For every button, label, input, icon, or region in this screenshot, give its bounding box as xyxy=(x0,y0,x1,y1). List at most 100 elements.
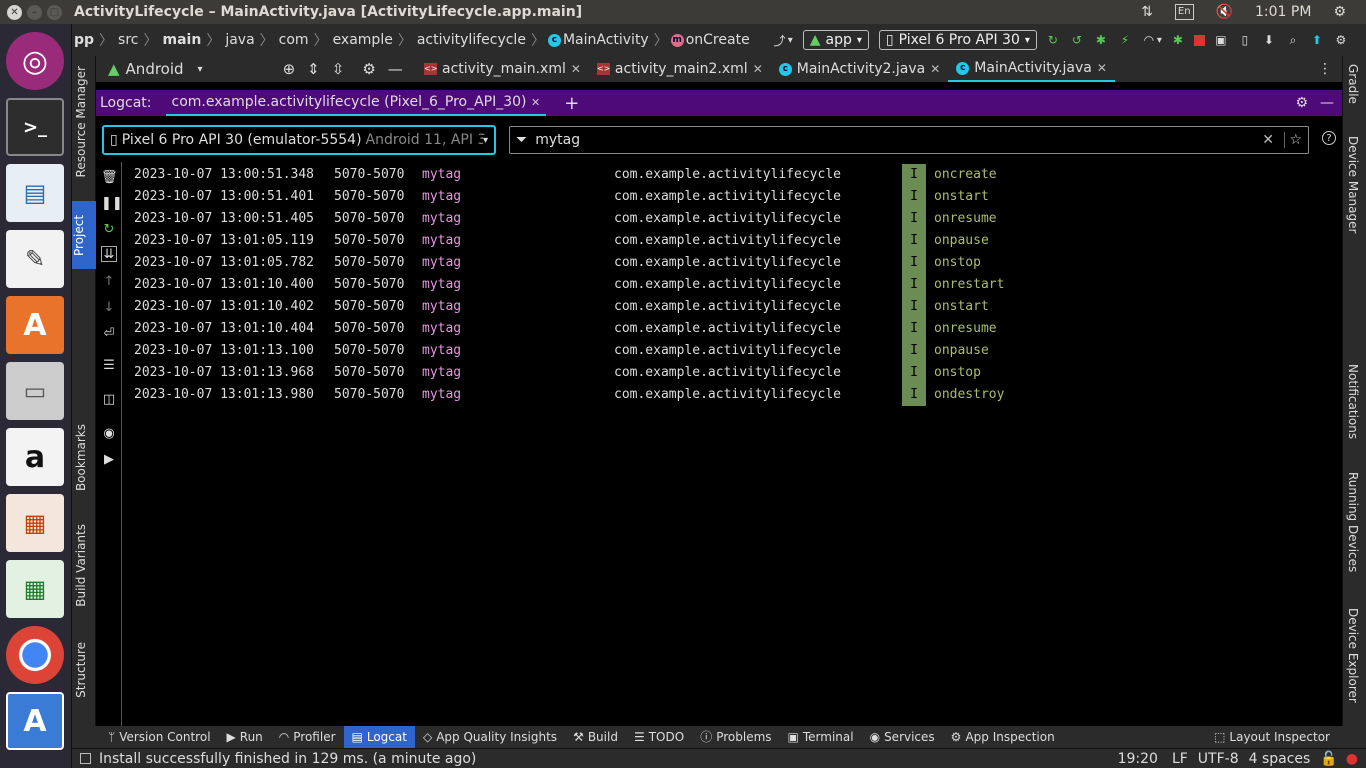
running-devices-icon[interactable]: ▯ xyxy=(1237,32,1253,48)
search-icon[interactable]: ⌕ xyxy=(1285,32,1301,48)
help-icon[interactable]: ? xyxy=(1322,131,1336,145)
line-separator[interactable]: LF xyxy=(1172,751,1188,767)
bookmarks-tab[interactable]: Bookmarks xyxy=(74,424,88,491)
build-variants-tab[interactable]: Build Variants xyxy=(74,524,88,607)
gear-icon[interactable]: ⚙ xyxy=(1295,95,1308,111)
notifications-tab[interactable]: Notifications xyxy=(1346,364,1360,439)
volume-muted-icon[interactable]: 🔇 xyxy=(1216,4,1233,20)
pause-icon[interactable]: ❚❚ xyxy=(101,196,123,212)
breadcrumb-module[interactable]: pp xyxy=(72,32,96,48)
resource-manager-tab[interactable]: Resource Manager xyxy=(74,66,88,177)
log-row[interactable]: 2023-10-07 13:01:13.980 5070-5070 mytag com… xyxy=(123,384,1123,406)
tool-build[interactable]: ⚒ Build xyxy=(565,726,626,748)
text-editor-icon[interactable]: ✎ xyxy=(6,230,64,288)
log-row[interactable]: 2023-10-07 13:01:10.402 5070-5070 mytag com… xyxy=(123,296,1123,318)
network-sort-icon[interactable]: ⇅ xyxy=(1141,4,1153,20)
chevron-down-icon[interactable]: ▾ xyxy=(198,64,203,75)
hide-icon[interactable]: — xyxy=(388,60,403,78)
more-tabs-icon[interactable]: ⋮ xyxy=(1318,61,1332,77)
device-process-selector[interactable]: ▯ Pixel 6 Pro API 30 (emulator-5554) And… xyxy=(102,125,496,155)
log-row[interactable]: 2023-10-07 13:00:51.348 5070-5070 mytag com… xyxy=(123,164,1123,186)
minimize-window-button[interactable]: – xyxy=(27,4,42,20)
screenshot-icon[interactable]: ◉ xyxy=(101,426,117,442)
update-icon[interactable]: ⬆ xyxy=(1309,32,1325,48)
attach-debugger-icon[interactable]: ⚡ xyxy=(1117,32,1133,48)
caret-position[interactable]: 19:20 xyxy=(1118,751,1158,767)
hide-icon[interactable]: — xyxy=(1320,95,1334,111)
calc-icon[interactable]: ▦ xyxy=(6,560,64,618)
breadcrumb-class[interactable]: MainActivity xyxy=(561,32,651,48)
format-icon[interactable]: ☰ xyxy=(101,358,117,374)
breadcrumb-example[interactable]: example xyxy=(331,32,395,48)
terminal-icon[interactable]: >_ xyxy=(6,98,64,156)
indent-setting[interactable]: 4 spaces xyxy=(1249,751,1311,767)
close-icon[interactable]: ✕ xyxy=(531,96,540,109)
tool-version-control[interactable]: ᛘ Version Control xyxy=(100,726,219,748)
chrome-icon[interactable] xyxy=(6,626,64,684)
device-selector[interactable]: ▯ Pixel 6 Pro API 30 ▾ xyxy=(878,30,1037,50)
tool-services[interactable]: ◉ Services xyxy=(862,726,943,748)
tool-logcat[interactable]: ▤ Logcat xyxy=(343,726,415,748)
device-manager-tab[interactable]: Device Manager xyxy=(1346,136,1360,233)
tool-profiler[interactable]: ◠ Profiler xyxy=(271,726,344,748)
close-icon[interactable]: ✕ xyxy=(571,62,581,76)
tool-problems[interactable]: ⓘ Problems xyxy=(692,726,779,748)
expand-all-icon[interactable]: ⇕ xyxy=(307,60,320,78)
structure-tab[interactable]: Structure xyxy=(74,642,88,698)
maximize-window-button[interactable]: □ xyxy=(47,4,62,20)
star-icon[interactable]: ☆ xyxy=(1284,132,1302,148)
clock[interactable]: 1:01 PM xyxy=(1255,4,1311,20)
file-encoding[interactable]: UTF-8 xyxy=(1198,751,1239,767)
stop-icon[interactable] xyxy=(1193,34,1205,46)
split-panels-icon[interactable]: ◫ xyxy=(101,392,117,408)
logcat-filter-input[interactable]: ⏷ mytag ✕ ☆ xyxy=(509,126,1309,154)
run-config-selector[interactable]: ▲ app ▾ xyxy=(802,30,869,50)
tab-mainactivity-java[interactable]: c MainActivity.java ✕ xyxy=(948,56,1115,82)
restart-icon[interactable]: ↻ xyxy=(101,222,117,238)
debug-icon[interactable]: ✱ xyxy=(1093,32,1109,48)
log-row[interactable]: 2023-10-07 13:01:05.782 5070-5070 mytag com… xyxy=(123,252,1123,274)
tab-activity-main2-xml[interactable]: <> activity_main2.xml ✕ xyxy=(589,56,771,82)
tool-layout-inspector[interactable]: ⬚ Layout Inspector xyxy=(1206,726,1338,748)
soft-wrap-icon[interactable]: ⏎ xyxy=(101,326,117,342)
project-tab[interactable]: Project xyxy=(72,201,96,269)
breadcrumb-package[interactable]: activitylifecycle xyxy=(415,32,528,48)
device-explorer-tab[interactable]: Device Explorer xyxy=(1346,608,1360,703)
file-manager-icon[interactable]: ▭ xyxy=(6,362,64,420)
device-manager-icon[interactable]: ▣ xyxy=(1213,32,1229,48)
breadcrumb-com[interactable]: com xyxy=(277,32,311,48)
log-row[interactable]: 2023-10-07 13:01:05.119 5070-5070 mytag com… xyxy=(123,230,1123,252)
project-view-selector[interactable]: Android xyxy=(126,60,184,78)
tab-mainactivity2-java[interactable]: c MainActivity2.java ✕ xyxy=(771,56,949,82)
attach-process-icon[interactable]: ✱ xyxy=(1170,32,1186,48)
amazon-icon[interactable]: a xyxy=(6,428,64,486)
logcat-tab[interactable]: com.example.activitylifecycle (Pixel_6_P… xyxy=(165,90,547,116)
log-row[interactable]: 2023-10-07 13:00:51.401 5070-5070 mytag com… xyxy=(123,186,1123,208)
tool-todo[interactable]: ☰ TODO xyxy=(626,726,692,748)
scroll-to-end-icon[interactable]: ⇊ xyxy=(101,246,117,262)
android-studio-icon[interactable]: A xyxy=(6,692,64,750)
vcs-arrow-icon[interactable]: ⤴ xyxy=(772,32,788,48)
apply-code-changes-icon[interactable]: ↺ xyxy=(1069,32,1085,48)
log-row[interactable]: 2023-10-07 13:00:51.405 5070-5070 mytag com… xyxy=(123,208,1123,230)
log-row[interactable]: 2023-10-07 13:01:13.100 5070-5070 mytag com… xyxy=(123,340,1123,362)
tool-run[interactable]: ▶ Run xyxy=(219,726,271,748)
lock-icon[interactable]: 🔓 xyxy=(1320,751,1337,767)
clear-logcat-icon[interactable]: 🗑 xyxy=(101,170,118,186)
settings-icon[interactable]: ⚙ xyxy=(1333,32,1349,48)
gear-icon[interactable]: ⚙ xyxy=(362,60,375,78)
clear-filter-icon[interactable]: ✕ xyxy=(1262,132,1274,148)
down-arrow-icon[interactable]: ↓ xyxy=(101,300,117,316)
add-tab-icon[interactable]: + xyxy=(564,93,579,114)
collapse-all-icon[interactable]: ⇳ xyxy=(332,60,345,78)
running-devices-tab[interactable]: Running Devices xyxy=(1346,472,1360,572)
close-window-button[interactable]: ✕ xyxy=(7,4,22,20)
impress-icon[interactable]: ▦ xyxy=(6,494,64,552)
window-toggle-icon[interactable] xyxy=(80,753,91,764)
ubuntu-dash-icon[interactable]: ◎ xyxy=(6,32,64,90)
log-row[interactable]: 2023-10-07 13:01:10.404 5070-5070 mytag com… xyxy=(123,318,1123,340)
tool-terminal[interactable]: ▣ Terminal xyxy=(780,726,862,748)
software-center-icon[interactable]: A xyxy=(6,296,64,354)
sdk-manager-icon[interactable]: ⬇ xyxy=(1261,32,1277,48)
locate-icon[interactable]: ⊕ xyxy=(283,60,296,78)
